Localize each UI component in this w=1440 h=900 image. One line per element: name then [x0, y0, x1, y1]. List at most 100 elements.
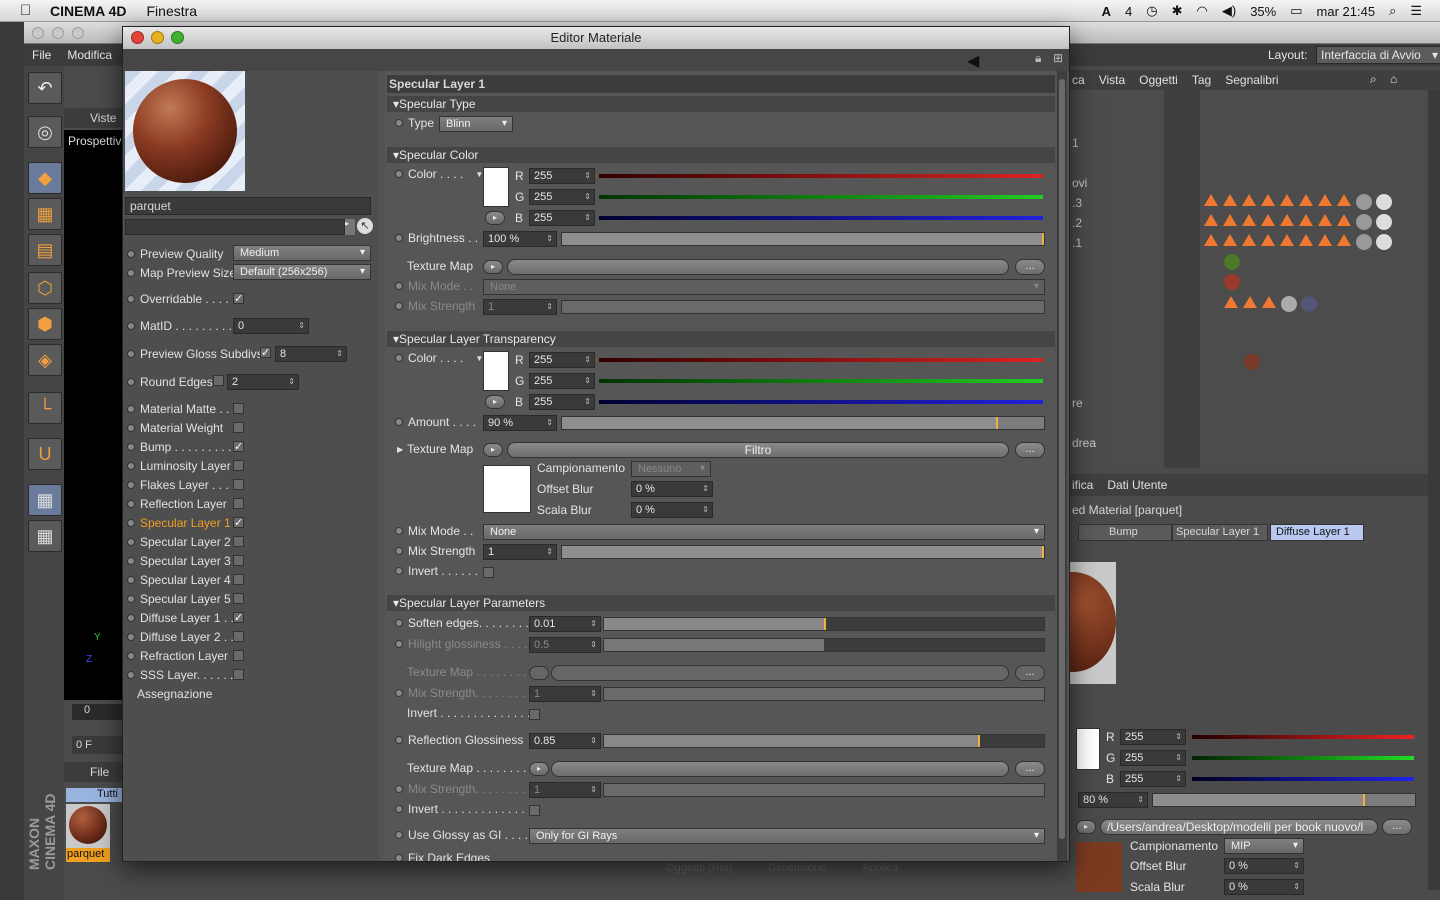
mixmode-select[interactable]: None — [483, 279, 1045, 295]
texmap-slot[interactable] — [507, 259, 1009, 275]
editor-close-button[interactable] — [131, 31, 144, 44]
t-mixstrength-slider[interactable] — [561, 545, 1045, 559]
material-tag-icon[interactable] — [1376, 194, 1392, 210]
phong-tag-icon[interactable] — [1243, 296, 1257, 308]
phong-tag-icon[interactable] — [1337, 214, 1351, 226]
channel-row[interactable]: Bump . . . . . . . . . — [125, 438, 231, 456]
p-texmap-browse-button[interactable]: ... — [1015, 665, 1045, 681]
texmap-menu-button[interactable]: ▸ — [483, 260, 503, 274]
phong-tag-icon[interactable] — [1242, 234, 1256, 246]
editor-scroll-thumb[interactable] — [1059, 79, 1065, 839]
channel-row[interactable]: Diffuse Layer 1 . . — [125, 609, 234, 627]
p-texmap-slot[interactable] — [551, 665, 1009, 681]
scala-blur-field[interactable]: 0 % — [631, 502, 713, 518]
phong-tag-icon[interactable] — [1280, 194, 1294, 206]
material-thumb-label[interactable]: parquet — [66, 848, 110, 862]
timeline-frame[interactable]: 0 — [72, 704, 122, 720]
p2-invert-checkbox[interactable] — [529, 805, 540, 816]
refl-gloss-slider[interactable] — [603, 734, 1045, 748]
attrib-texture-path[interactable]: /Users/andrea/Desktop/modelli per book n… — [1100, 819, 1378, 835]
channel-checkbox[interactable] — [233, 631, 244, 642]
map-preview-size-select[interactable]: Default (256x256) — [233, 264, 371, 280]
phong-tag-icon[interactable] — [1261, 234, 1275, 246]
view-icon[interactable]: ◎ — [28, 116, 62, 148]
radio-icon[interactable] — [127, 250, 135, 258]
layout-select[interactable]: Interfaccia di Avvio — [1316, 46, 1440, 64]
channel-checkbox[interactable] — [233, 555, 244, 566]
t-color-swatch[interactable] — [483, 351, 509, 391]
round-edges-checkbox[interactable] — [213, 375, 224, 386]
t-b-slider[interactable] — [599, 400, 1043, 404]
t-texmap-browse-button[interactable]: ... — [1015, 442, 1045, 458]
material-search-field[interactable] — [125, 219, 345, 235]
right-scrollbar[interactable] — [1428, 90, 1440, 890]
attrib-offset-field[interactable]: 0 % — [1224, 858, 1304, 874]
channel-checkbox[interactable] — [233, 460, 244, 471]
search-icon[interactable]: ⌕ — [1370, 72, 1377, 87]
volume-icon[interactable]: ◀) — [1222, 3, 1236, 19]
round-edges-field[interactable]: 2 — [227, 374, 299, 390]
amount-slider[interactable] — [561, 416, 1045, 430]
phong-tag-icon[interactable] — [1299, 194, 1313, 206]
channel-checkbox[interactable]: ✓ — [233, 612, 244, 624]
offset-blur-field[interactable]: 0 % — [631, 481, 713, 497]
assign-tab[interactable]: Assegnazione — [137, 685, 212, 703]
attrib-r-slider[interactable] — [1192, 735, 1414, 739]
polygons-mode-icon[interactable]: ◈ — [28, 344, 62, 376]
chevron-down-icon[interactable]: ▾ — [1432, 48, 1438, 62]
phong-tag-icon[interactable] — [1280, 214, 1294, 226]
overridable-checkbox[interactable]: ✓ — [233, 293, 244, 305]
attrib-b-field[interactable]: 255 — [1120, 771, 1186, 787]
pick-icon[interactable]: ↖ — [357, 218, 373, 234]
clock[interactable]: mar 21:45 — [1317, 4, 1376, 19]
app-menu[interactable]: CINEMA 4D — [50, 3, 127, 19]
channel-checkbox[interactable] — [233, 422, 244, 433]
tab-file[interactable]: File — [64, 762, 122, 782]
menu-file[interactable]: File — [32, 48, 51, 62]
attrib-brightness-field[interactable]: 80 % — [1078, 792, 1148, 808]
phong-tag-icon[interactable] — [1318, 234, 1332, 246]
channel-checkbox[interactable]: ✓ — [233, 441, 244, 453]
channel-checkbox[interactable] — [233, 593, 244, 604]
channel-row[interactable]: Specular Layer 2 — [125, 533, 231, 551]
refl-gloss-field[interactable]: 0.85 — [529, 733, 601, 749]
channel-row[interactable]: Specular Layer 5 — [125, 590, 231, 608]
t-b-field[interactable]: 255 — [529, 394, 595, 410]
channel-row[interactable]: Material Matte . . — [125, 400, 229, 418]
t-r-slider[interactable] — [599, 358, 1043, 362]
hilight-slider[interactable] — [603, 638, 1045, 652]
matid-field[interactable]: 0 — [233, 318, 309, 334]
material-tag-icon[interactable] — [1356, 234, 1372, 250]
tab-viste[interactable]: Viste — [64, 108, 122, 128]
channel-checkbox[interactable] — [233, 536, 244, 547]
lock-icon[interactable]: 🔒︎ — [1035, 51, 1041, 66]
object-name-3[interactable]: .3 — [1072, 196, 1082, 210]
material-tag-icon[interactable] — [1281, 296, 1297, 312]
t-mixmode-select[interactable]: None — [483, 524, 1045, 540]
model-mode-icon[interactable]: ◆ — [28, 162, 62, 194]
brightness-field[interactable]: 100 % — [483, 231, 557, 247]
phong-tag-icon[interactable] — [1261, 194, 1275, 206]
b-slider[interactable] — [599, 216, 1043, 220]
attrib-g-slider[interactable] — [1192, 756, 1414, 760]
object-name-drea[interactable]: drea — [1072, 436, 1096, 450]
minimize-button[interactable] — [52, 27, 64, 39]
radio-icon[interactable] — [127, 269, 135, 277]
channel-row[interactable]: SSS Layer. . . . . . . — [125, 666, 240, 684]
color-swatch[interactable] — [483, 167, 509, 207]
phong-tag-icon[interactable] — [1337, 194, 1351, 206]
material-tag-icon[interactable] — [1376, 214, 1392, 230]
t-mixstrength-field[interactable]: 1 — [483, 544, 557, 560]
attrib-b-slider[interactable] — [1192, 777, 1414, 781]
home-icon[interactable]: ⌂ — [1390, 72, 1397, 86]
channel-row[interactable]: Material Weight — [125, 419, 223, 437]
texture-mode-icon[interactable]: ▦ — [28, 198, 62, 230]
phong-tag-icon[interactable] — [1337, 234, 1351, 246]
mixstrength-slider[interactable] — [561, 300, 1045, 314]
attrib-tab-bump[interactable]: Bump — [1078, 524, 1172, 541]
list-menu-icon[interactable]: ☰ — [1410, 3, 1422, 19]
material-name-field[interactable]: parquet — [125, 197, 371, 215]
radio-icon[interactable] — [127, 295, 135, 303]
material-tag-icon[interactable] — [1301, 296, 1317, 312]
material-tag-icon[interactable] — [1376, 234, 1392, 250]
